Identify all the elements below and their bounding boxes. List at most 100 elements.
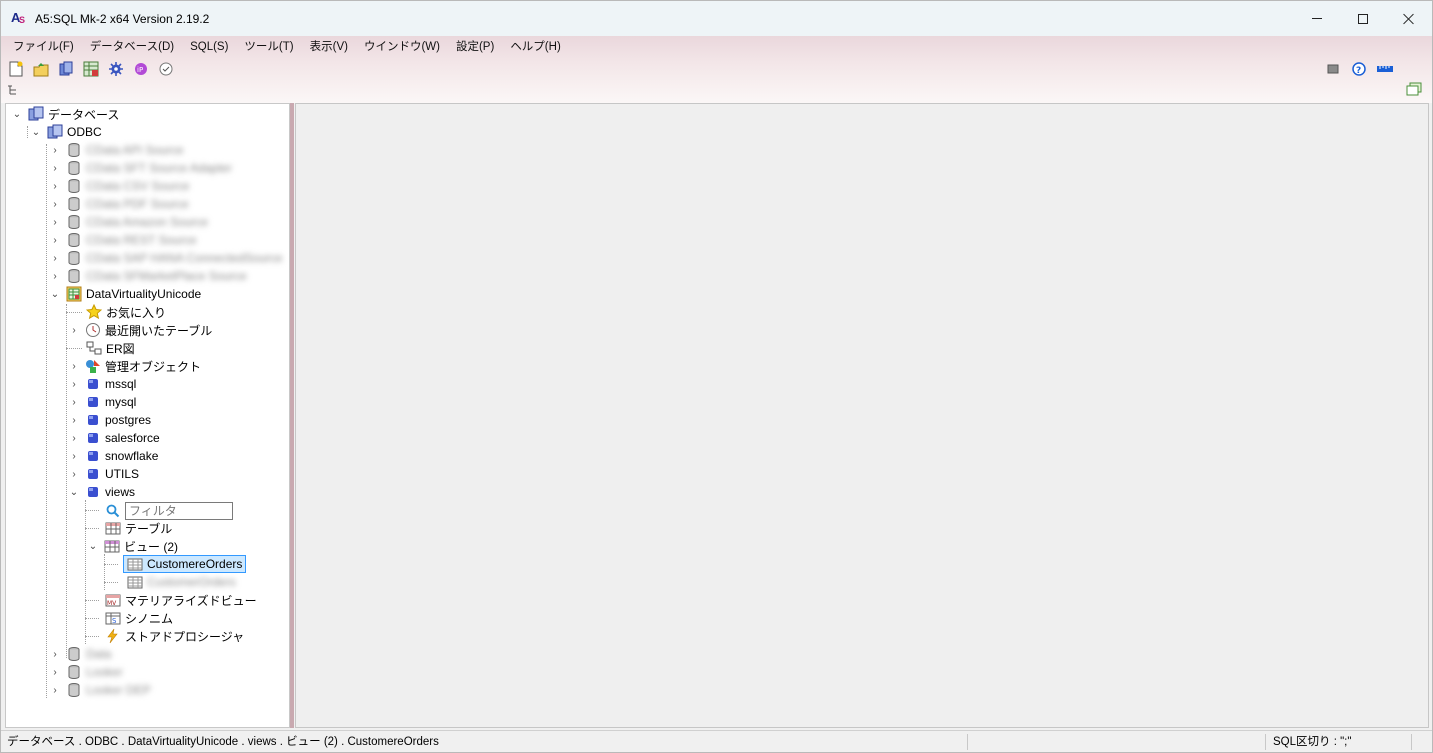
tree-node-tables[interactable]: テーブル (105, 519, 172, 537)
menu-database[interactable]: データベース(D) (82, 38, 182, 56)
selected-view-item[interactable]: CustomereOrders (123, 555, 247, 573)
database-button[interactable] (57, 60, 75, 78)
tree-node-views[interactable]: ⌄ ビュー (2) (88, 537, 178, 555)
chevron-right-icon[interactable]: › (69, 361, 79, 372)
menu-help[interactable]: ヘルプ(H) (502, 38, 568, 56)
tree-node-datasource[interactable]: › Looker (50, 663, 123, 681)
status-path: データベース . ODBC . DataVirtualityUnicode . … (7, 736, 439, 748)
stop-button[interactable] (1324, 60, 1342, 78)
tree-connector (46, 144, 47, 698)
tree-node-schema[interactable]: › snowflake (69, 447, 158, 465)
tree-node-schema[interactable]: › UTILS (69, 465, 139, 483)
tree-toggle-button[interactable] (7, 84, 23, 98)
help-button[interactable]: ? (1350, 60, 1368, 78)
database-tree[interactable]: ⌄ データベース ⌄ ODBC › CData API Source › CDa… (5, 103, 290, 728)
tree-connector (85, 636, 99, 637)
maximize-button[interactable] (1340, 1, 1386, 36)
window-title: A5:SQL Mk-2 x64 Version 2.19.2 (35, 11, 210, 26)
tree-node-datasource[interactable]: › CData CSV Source (50, 177, 189, 195)
chevron-right-icon[interactable]: › (50, 199, 60, 210)
tree-node-datasource[interactable]: › CData PDF Source (50, 195, 189, 213)
chevron-right-icon[interactable]: › (50, 253, 60, 264)
tree-node-er[interactable]: ER図 (86, 339, 135, 357)
tree-node-datasource[interactable]: › CData API Source (50, 141, 183, 159)
tree-node-view[interactable]: CustomerOrders (123, 573, 236, 591)
tree-node-datasource[interactable]: › CData SAP HANA ConnectedSource (50, 249, 283, 267)
chevron-right-icon[interactable]: › (50, 235, 60, 246)
tree-node-odbc[interactable]: ⌄ ODBC (31, 123, 102, 141)
pane-splitter[interactable] (290, 103, 294, 728)
settings-button[interactable] (107, 60, 125, 78)
minimize-button[interactable] (1294, 1, 1340, 36)
tree-node-view-selected[interactable]: CustomereOrders (123, 555, 247, 573)
chevron-right-icon[interactable]: › (69, 433, 79, 444)
tree-node-datasource[interactable]: › CData SFMarketPlace Source (50, 267, 247, 285)
tree-node-favorites[interactable]: お気に入り (86, 303, 166, 321)
tree-node-procedures[interactable]: ストアドプロシージャ (105, 627, 244, 645)
tree-node-schema[interactable]: › mssql (69, 375, 136, 393)
chevron-right-icon[interactable]: › (69, 379, 79, 390)
tree-label: CData PDF Source (86, 197, 189, 211)
menu-file[interactable]: ファイル(F) (5, 38, 82, 56)
new-window-button[interactable] (1406, 82, 1424, 98)
cylinder-db-icon (68, 179, 80, 194)
tree-node-datasource[interactable]: › Data (50, 645, 111, 663)
table-editor-icon (83, 61, 99, 77)
new-sql-icon (9, 61, 23, 77)
close-button[interactable] (1386, 1, 1432, 36)
chevron-down-icon[interactable]: ⌄ (69, 487, 79, 498)
tree-node-recent[interactable]: › 最近開いたテーブル (69, 321, 212, 339)
new-sql-button[interactable] (7, 60, 25, 78)
chevron-right-icon[interactable]: › (50, 667, 60, 678)
ruler-icon (1377, 66, 1393, 72)
tree-node-schema[interactable]: › mysql (69, 393, 136, 411)
tree-node-datasource[interactable]: › CData REST Source (50, 231, 197, 249)
search-icon (106, 504, 120, 518)
tree-node-managed[interactable]: › 管理オブジェクト (69, 357, 201, 375)
chevron-right-icon[interactable]: › (50, 649, 60, 660)
tree-node-schema-views[interactable]: ⌄ views (69, 483, 135, 501)
chevron-right-icon[interactable]: › (69, 325, 79, 336)
ruler-button[interactable] (1376, 60, 1394, 78)
open-folder-button[interactable] (32, 60, 50, 78)
filter-input[interactable] (125, 502, 233, 520)
tree-node-databases[interactable]: ⌄ データベース (12, 105, 119, 123)
chevron-down-icon[interactable]: ⌄ (50, 289, 60, 300)
chevron-right-icon[interactable]: › (50, 163, 60, 174)
menu-sql[interactable]: SQL(S) (182, 38, 236, 56)
chevron-right-icon[interactable]: › (50, 217, 60, 228)
tree-node-datasource[interactable]: › CData SFT Source Adapter (50, 159, 232, 177)
chevron-right-icon[interactable]: › (69, 469, 79, 480)
chevron-right-icon[interactable]: › (50, 685, 60, 696)
tree-node-datasource[interactable]: › Looker DEP (50, 681, 151, 699)
chevron-right-icon[interactable]: › (50, 145, 60, 156)
chevron-right-icon[interactable]: › (50, 181, 60, 192)
menu-settings[interactable]: 設定(P) (448, 38, 502, 56)
clock-icon (86, 323, 100, 337)
menu-tools[interactable]: ツール(T) (236, 38, 301, 56)
title-bar: AS A5:SQL Mk-2 x64 Version 2.19.2 (1, 1, 1432, 36)
menu-window[interactable]: ウインドウ(W) (356, 38, 448, 56)
tree-node-synonyms[interactable]: S シノニム (105, 609, 173, 627)
chevron-down-icon[interactable]: ⌄ (31, 127, 41, 138)
tree-connector (85, 500, 86, 644)
menu-view[interactable]: 表示(V) (302, 38, 356, 56)
chevron-down-icon[interactable]: ⌄ (12, 109, 22, 120)
tree-node-datasource[interactable]: › CData Amazon Source (50, 213, 208, 231)
connected-db-icon (66, 286, 82, 302)
chevron-right-icon[interactable]: › (69, 415, 79, 426)
tree-node-datavirtuality[interactable]: ⌄ DataVirtualityUnicode (50, 285, 201, 303)
chevron-right-icon[interactable]: › (69, 397, 79, 408)
plugin-button[interactable]: iP (132, 60, 150, 78)
plugin-icon: iP (135, 63, 147, 75)
chevron-down-icon[interactable]: ⌄ (88, 541, 98, 552)
table-editor-button[interactable] (82, 60, 100, 78)
history-button[interactable] (157, 60, 175, 78)
tree-label: 最近開いたテーブル (105, 323, 213, 338)
chevron-right-icon[interactable]: › (50, 271, 60, 282)
tree-node-materialized[interactable]: MV マテリアライズドビュー (105, 591, 257, 609)
tree-node-schema[interactable]: › postgres (69, 411, 151, 429)
chevron-right-icon[interactable]: › (69, 451, 79, 462)
tree-node-schema[interactable]: › salesforce (69, 429, 159, 447)
tree-connector (104, 582, 118, 583)
